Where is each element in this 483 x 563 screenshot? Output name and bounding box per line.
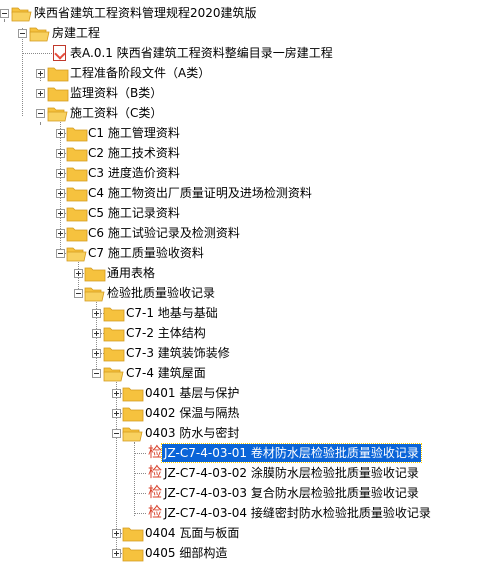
tree-node-label[interactable]: JZ-C7-4-03-02 涂膜防水层检验批质量验收记录 bbox=[162, 464, 421, 482]
folder-icon bbox=[122, 407, 144, 422]
tree-node-label[interactable]: C2 施工技术资料 bbox=[86, 144, 182, 162]
folder-open-icon bbox=[29, 27, 50, 42]
tree-node-label[interactable]: C4 施工物资出厂质量证明及进场检测资料 bbox=[86, 184, 314, 202]
folder-icon bbox=[122, 387, 144, 402]
folder-open-icon bbox=[66, 247, 87, 262]
expand-toggle[interactable] bbox=[56, 229, 65, 238]
expand-toggle[interactable] bbox=[112, 389, 121, 398]
collapse-toggle[interactable] bbox=[92, 369, 101, 378]
form-icon: 检 bbox=[148, 445, 162, 461]
expand-toggle[interactable] bbox=[112, 409, 121, 418]
folder-icon bbox=[66, 187, 88, 202]
expand-toggle[interactable] bbox=[112, 529, 121, 538]
tree-node-label[interactable]: 表A.0.1 陕西省建筑工程资料整编目录一房建工程 bbox=[68, 44, 335, 62]
tree-node-label[interactable]: JZ-C7-4-03-04 接缝密封防水检验批质量验收记录 bbox=[162, 504, 433, 522]
form-icon: 检 bbox=[148, 465, 162, 481]
collapse-toggle[interactable] bbox=[0, 9, 9, 18]
tree-node-label[interactable]: 0405 细部构造 bbox=[143, 544, 229, 562]
form-icon: 检 bbox=[148, 485, 162, 501]
tree-node-label[interactable]: 0401 基层与保护 bbox=[143, 384, 241, 402]
folder-icon bbox=[103, 307, 125, 322]
tree-node-label[interactable]: 0402 保温与隔热 bbox=[143, 404, 241, 422]
tree-node-label[interactable]: 0403 防水与密封 bbox=[143, 424, 241, 442]
collapse-toggle[interactable] bbox=[36, 109, 45, 118]
expand-toggle[interactable] bbox=[92, 349, 101, 358]
tree-node-label[interactable]: C7-2 主体结构 bbox=[124, 324, 208, 342]
expand-toggle[interactable] bbox=[56, 169, 65, 178]
tree-node-label[interactable]: 施工资料（C类） bbox=[68, 104, 164, 122]
expand-toggle[interactable] bbox=[92, 309, 101, 318]
folder-icon bbox=[47, 87, 69, 102]
document-icon bbox=[53, 45, 66, 61]
folder-open-icon bbox=[122, 427, 143, 442]
folder-open-icon bbox=[47, 107, 68, 122]
folder-icon bbox=[66, 167, 88, 182]
tree-node-label-selected[interactable]: JZ-C7-4-03-01 卷材防水层检验批质量验收记录 bbox=[161, 443, 422, 463]
tree-node-label[interactable]: 陕西省建筑工程资料管理规程2020建筑版 bbox=[32, 4, 259, 22]
tree-node-label[interactable]: 房建工程 bbox=[50, 24, 102, 42]
expand-toggle[interactable] bbox=[74, 269, 83, 278]
tree-node-label[interactable]: 0404 瓦面与板面 bbox=[143, 524, 241, 542]
tree-node-label[interactable]: C1 施工管理资料 bbox=[86, 124, 182, 142]
folder-icon bbox=[103, 327, 125, 342]
folder-icon bbox=[103, 347, 125, 362]
folder-icon bbox=[47, 67, 69, 82]
tree-node-label[interactable]: JZ-C7-4-03-03 复合防水层检验批质量验收记录 bbox=[162, 484, 421, 502]
expand-toggle[interactable] bbox=[56, 189, 65, 198]
expand-toggle[interactable] bbox=[56, 149, 65, 158]
tree-node-label[interactable]: C7-3 建筑装饰装修 bbox=[124, 344, 232, 362]
folder-icon bbox=[66, 147, 88, 162]
folder-open-icon bbox=[103, 367, 124, 382]
collapse-toggle[interactable] bbox=[112, 429, 121, 438]
folder-icon bbox=[122, 527, 144, 542]
tree-node-label[interactable]: 检验批质量验收记录 bbox=[105, 284, 217, 302]
expand-toggle[interactable] bbox=[36, 89, 45, 98]
tree-node-label[interactable]: C6 施工试验记录及检测资料 bbox=[86, 224, 242, 242]
folder-icon bbox=[122, 547, 144, 562]
expand-toggle[interactable] bbox=[36, 69, 45, 78]
tree-node-label[interactable]: 工程准备阶段文件（A类） bbox=[68, 64, 212, 82]
folder-open-icon bbox=[84, 287, 105, 302]
folder-icon bbox=[66, 207, 88, 222]
expand-toggle[interactable] bbox=[112, 549, 121, 558]
folder-icon bbox=[84, 267, 106, 282]
tree-view[interactable]: 陕西省建筑工程资料管理规程2020建筑版 房建工程 表A.0.1 陕西省建筑工程… bbox=[0, 0, 483, 563]
collapse-toggle[interactable] bbox=[74, 289, 83, 298]
tree-node-label[interactable]: C5 施工记录资料 bbox=[86, 204, 182, 222]
expand-toggle[interactable] bbox=[56, 129, 65, 138]
tree-node-label[interactable]: C7-4 建筑屋面 bbox=[124, 364, 208, 382]
folder-icon bbox=[66, 227, 88, 242]
folder-open-icon bbox=[11, 7, 32, 22]
folder-icon bbox=[66, 127, 88, 142]
form-icon: 检 bbox=[148, 505, 162, 521]
expand-toggle[interactable] bbox=[56, 209, 65, 218]
expand-toggle[interactable] bbox=[92, 329, 101, 338]
tree-node-label[interactable]: C7-1 地基与基础 bbox=[124, 304, 220, 322]
tree-node-label[interactable]: 通用表格 bbox=[105, 264, 157, 282]
collapse-toggle[interactable] bbox=[56, 249, 65, 258]
tree-node-label[interactable]: C3 进度造价资料 bbox=[86, 164, 182, 182]
collapse-toggle[interactable] bbox=[18, 29, 27, 38]
tree-node-label[interactable]: 监理资料（B类） bbox=[68, 84, 164, 102]
tree-node-label[interactable]: C7 施工质量验收资料 bbox=[86, 244, 206, 262]
